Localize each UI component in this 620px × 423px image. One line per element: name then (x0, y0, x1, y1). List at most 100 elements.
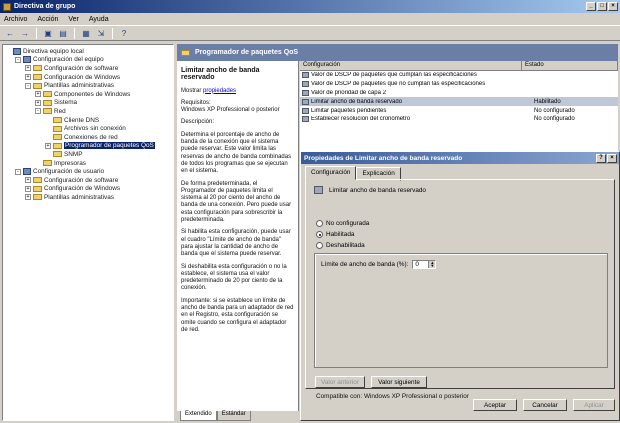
radio-button[interactable] (316, 242, 323, 249)
description-heading: Descripción: (181, 119, 215, 126)
cancel-button[interactable]: Cancelar (523, 399, 567, 411)
setting-state: No configurado (534, 116, 575, 123)
folder-icon (33, 185, 42, 192)
tree-node[interactable]: - Configuración del equipo (3, 56, 173, 65)
expand-icon[interactable]: + (25, 194, 31, 201)
collapse-icon[interactable]: - (15, 56, 21, 63)
tree-node-label: Directiva equipo local (23, 47, 84, 55)
toolbar: ← → ▣ ▤ ▦ ⇲ ? (0, 25, 620, 41)
tree-node-label: Archivos sin conexión (64, 125, 126, 133)
folder-icon (33, 177, 42, 184)
column-header-setting[interactable]: Configuración (300, 61, 522, 70)
tree-node[interactable]: Conexiones de red (3, 133, 173, 142)
apply-button[interactable]: Aplicar (573, 399, 615, 411)
description-paragraph: Si habilita esta configuración, puede us… (181, 229, 291, 258)
dialog-help-button[interactable]: ? (596, 153, 606, 163)
back-icon[interactable]: ← (4, 27, 16, 39)
tree-node[interactable]: + Configuración de software (3, 64, 173, 73)
tree-node[interactable]: + Configuración de Windows (3, 185, 173, 194)
policy-object-icon (13, 47, 21, 55)
radio-button[interactable] (316, 231, 323, 238)
setting-state: No configurado (534, 107, 575, 114)
radio-label: Habilitada (326, 231, 355, 238)
collapse-icon[interactable]: - (15, 168, 21, 175)
tab-estandar[interactable]: Estándar (216, 411, 251, 421)
tree-node[interactable]: Cliente DNS (3, 116, 173, 125)
expand-icon[interactable]: + (25, 74, 31, 81)
description-paragraph: Si deshabilita esta configuración o no l… (181, 263, 287, 292)
policy-setting-icon (302, 72, 309, 79)
expand-icon[interactable]: + (45, 142, 51, 149)
list-header: Configuración Estado (300, 61, 618, 71)
tree-node[interactable]: + Sistema (3, 99, 173, 108)
table-row[interactable]: Establecer resolución del cronómetro No c… (300, 115, 618, 124)
help-icon[interactable]: ? (118, 27, 130, 39)
radio-not-configured[interactable]: No configurada (316, 220, 369, 227)
tree-node[interactable]: Directiva equipo local (3, 47, 173, 56)
maximize-button[interactable]: □ (597, 2, 607, 11)
tree-node[interactable]: + Configuración de Windows (3, 73, 173, 82)
properties-dialog: Propiedades de Limitar ancho de banda re… (300, 151, 620, 421)
tab-extendido[interactable]: Extendido (180, 411, 217, 421)
menu-ver[interactable]: Ver (68, 16, 79, 23)
tree-node[interactable]: - Red (3, 107, 173, 116)
show-tree-icon[interactable]: ▤ (57, 27, 69, 39)
ok-button[interactable]: Aceptar (473, 399, 517, 411)
tree-node[interactable]: Archivos sin conexión (3, 124, 173, 133)
requirements: Requisitos: Windows XP Professional o po… (181, 100, 294, 115)
expand-icon[interactable]: + (25, 177, 31, 184)
menu-archivo[interactable]: Archivo (4, 16, 27, 23)
setting-name: Valor de DSCP de paquetes que cumplan la… (311, 72, 477, 79)
tree-node[interactable]: - Configuración de usuario (3, 167, 173, 176)
table-row[interactable]: Valor de DSCP de paquetes que cumplan la… (300, 71, 618, 80)
tree-node[interactable]: SNMP (3, 150, 173, 159)
expand-icon[interactable]: + (25, 65, 31, 72)
setting-cell: Valor de prioridad de capa 2 (300, 89, 522, 96)
pane-header: Programador de paquetes QoS (177, 44, 618, 61)
dialog-close-button[interactable]: × (607, 153, 617, 163)
setting-cell: Valor de DSCP de paquetes que cumplan la… (300, 72, 522, 79)
properties-link[interactable]: propiedades (203, 88, 236, 94)
setting-name: Limitar paquetes pendientes (311, 107, 387, 114)
collapse-icon[interactable]: - (25, 82, 31, 89)
table-row[interactable]: Limitar paquetes pendientes No configurad… (300, 106, 618, 115)
previous-setting-button[interactable]: Valor anterior (315, 376, 365, 388)
minimize-button[interactable]: _ (586, 2, 596, 11)
expand-icon[interactable]: + (35, 99, 41, 106)
expand-icon[interactable]: + (35, 91, 41, 98)
description-paragraph: Determina el porcentaje de ancho de band… (181, 131, 292, 175)
bandwidth-limit-stepper[interactable]: 0 ▲ ▼ (412, 260, 437, 269)
export-icon[interactable]: ⇲ (95, 27, 107, 39)
folder-icon (33, 194, 42, 201)
tree-node[interactable]: - Plantillas administrativas (3, 81, 173, 90)
table-row[interactable]: Valor de DSCP de paquetes que no cumplan… (300, 80, 618, 89)
tab-configuracion[interactable]: Configuración (305, 166, 357, 180)
radio-disabled[interactable]: Deshabilitada (316, 242, 365, 249)
tree-node[interactable]: + Componentes de Windows (3, 90, 173, 99)
tree-node[interactable]: + Plantillas administrativas (3, 193, 173, 202)
folder-icon (53, 134, 62, 141)
policy-object-icon (23, 56, 31, 64)
close-button[interactable]: × (608, 2, 618, 11)
radio-label: Deshabilitada (326, 242, 365, 249)
menu-ayuda[interactable]: Ayuda (89, 16, 109, 23)
column-header-state[interactable]: Estado (522, 61, 618, 70)
next-setting-button[interactable]: Valor siguiente (371, 376, 427, 388)
tree-node[interactable]: Impresoras (3, 159, 173, 168)
radio-enabled[interactable]: Habilitada (316, 231, 354, 238)
up-icon[interactable]: ▣ (42, 27, 54, 39)
folder-icon (43, 91, 52, 98)
table-row[interactable]: Valor de prioridad de capa 2 (300, 89, 618, 98)
forward-icon[interactable]: → (19, 27, 31, 39)
tree-node[interactable]: + Programador de paquetes QoS (3, 142, 173, 151)
collapse-icon[interactable]: - (35, 108, 41, 115)
spin-arrows-icon[interactable]: ▲ ▼ (428, 261, 436, 268)
table-row[interactable]: Limitar ancho de banda reservado Habilita… (300, 97, 618, 107)
menu-accion[interactable]: Acción (37, 16, 58, 23)
properties-icon[interactable]: ▦ (80, 27, 92, 39)
expand-icon[interactable]: + (25, 185, 31, 192)
tree-node-label: Conexiones de red (64, 133, 118, 141)
dialog-titlebar: Propiedades de Limitar ancho de banda re… (301, 152, 619, 164)
radio-button[interactable] (316, 220, 323, 227)
tree-node[interactable]: + Configuración de software (3, 176, 173, 185)
